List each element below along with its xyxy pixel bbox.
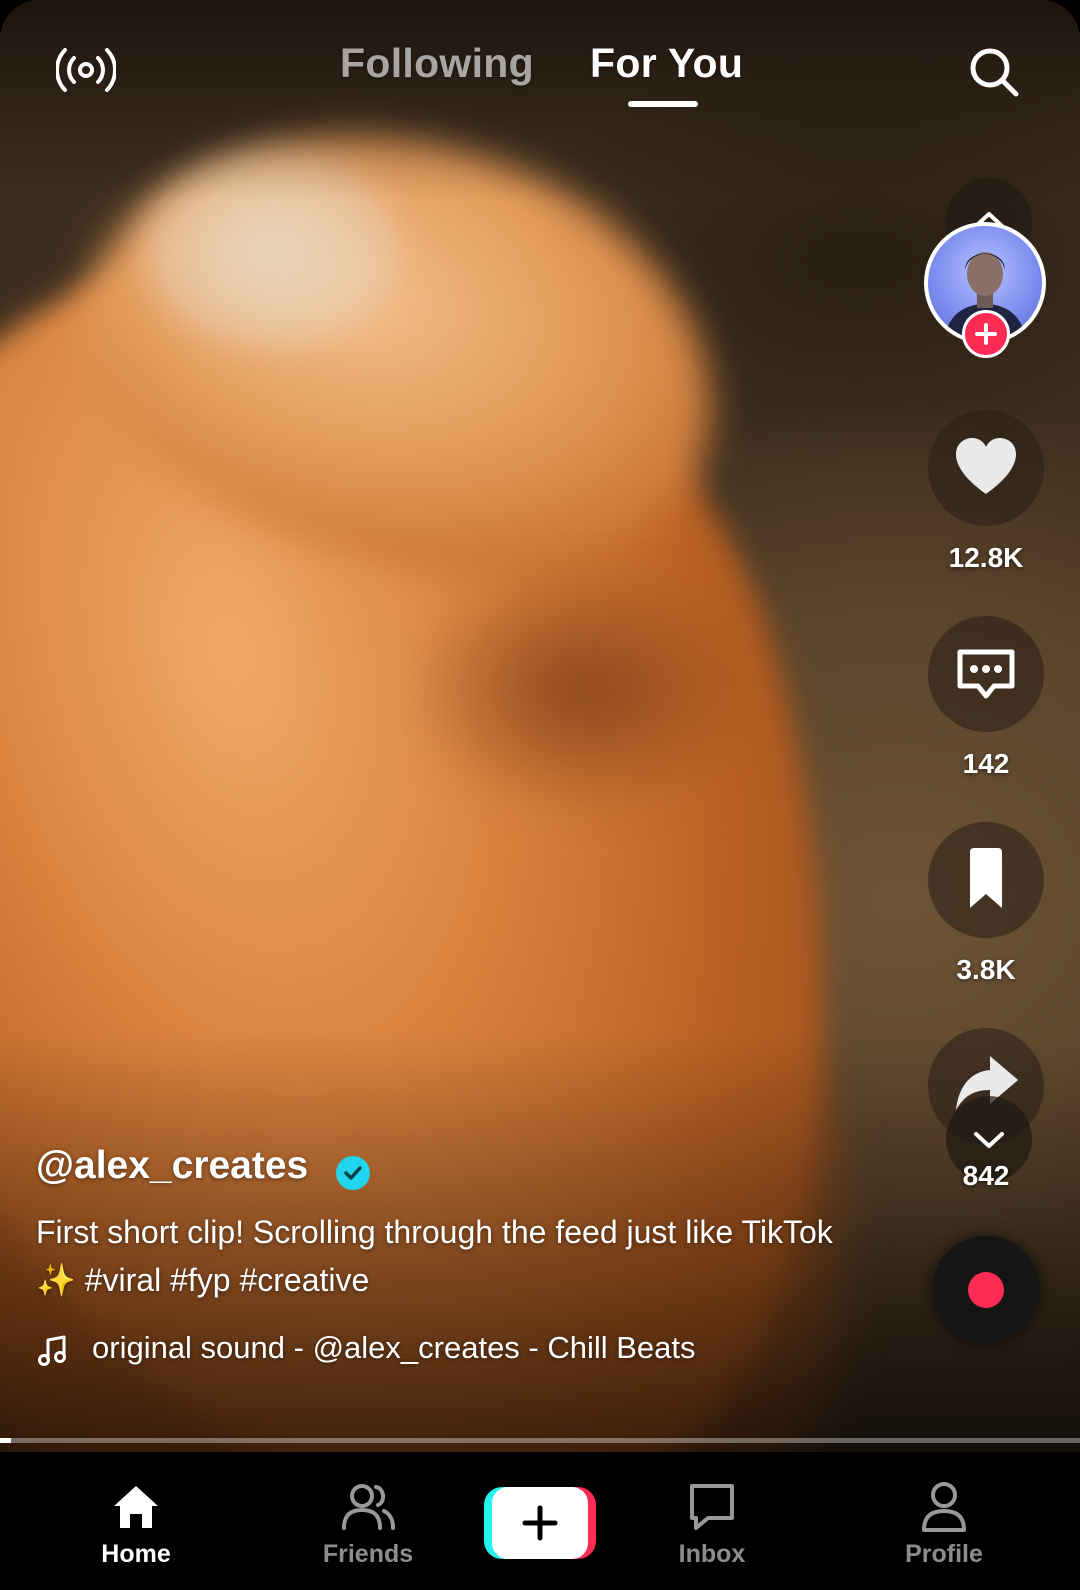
tab-following[interactable]: Following — [340, 40, 534, 87]
bookmark-icon — [970, 848, 1002, 908]
bookmark-button[interactable] — [928, 822, 1044, 938]
nav-home[interactable]: Home — [46, 1452, 226, 1590]
sound-title: original sound - @alex_creates - Chill B… — [92, 1330, 696, 1365]
bookmark-count: 3.8K — [956, 954, 1016, 985]
playback-progress-fill — [0, 1438, 11, 1443]
nav-profile[interactable]: Profile — [854, 1452, 1034, 1590]
profile-icon — [922, 1482, 966, 1532]
tab-for-you[interactable]: For You — [590, 40, 743, 87]
comment-count: 142 — [962, 748, 1010, 779]
search-button[interactable] — [966, 44, 1022, 100]
plus-icon — [975, 323, 997, 345]
app-screen: Following For You 12.8K 142 3.8K 842 @al… — [0, 0, 1080, 1590]
creator-username[interactable]: @alex_creates — [36, 1144, 308, 1188]
friends-icon — [342, 1484, 395, 1530]
nav-profile-label: Profile — [905, 1540, 983, 1568]
comment-button[interactable] — [928, 616, 1044, 732]
nav-inbox-label: Inbox — [678, 1540, 746, 1568]
active-tab-indicator — [628, 101, 698, 107]
like-button[interactable] — [928, 410, 1044, 526]
search-icon — [970, 48, 1019, 97]
plus-icon — [522, 1505, 558, 1541]
nav-friends[interactable]: Friends — [278, 1452, 458, 1590]
inbox-icon — [690, 1484, 734, 1530]
home-icon — [114, 1486, 158, 1528]
record-dot-icon — [968, 1272, 1004, 1308]
music-note-icon — [38, 1335, 66, 1366]
video-caption[interactable]: First short clip! Scrolling through the … — [36, 1208, 856, 1304]
heart-icon — [956, 438, 1016, 494]
record-button[interactable] — [932, 1236, 1040, 1344]
share-count: 842 — [962, 1160, 1010, 1191]
create-button[interactable] — [484, 1487, 596, 1559]
follow-button[interactable] — [962, 310, 1010, 358]
verified-badge-icon — [336, 1156, 370, 1190]
nav-inbox[interactable]: Inbox — [622, 1452, 802, 1590]
feed-tabs: Following For You — [0, 40, 1080, 120]
playback-progress[interactable] — [0, 1438, 1080, 1443]
comment-icon — [957, 649, 1015, 699]
like-count: 12.8K — [948, 542, 1024, 573]
nav-home-label: Home — [101, 1540, 171, 1568]
nav-friends-label: Friends — [322, 1540, 414, 1568]
